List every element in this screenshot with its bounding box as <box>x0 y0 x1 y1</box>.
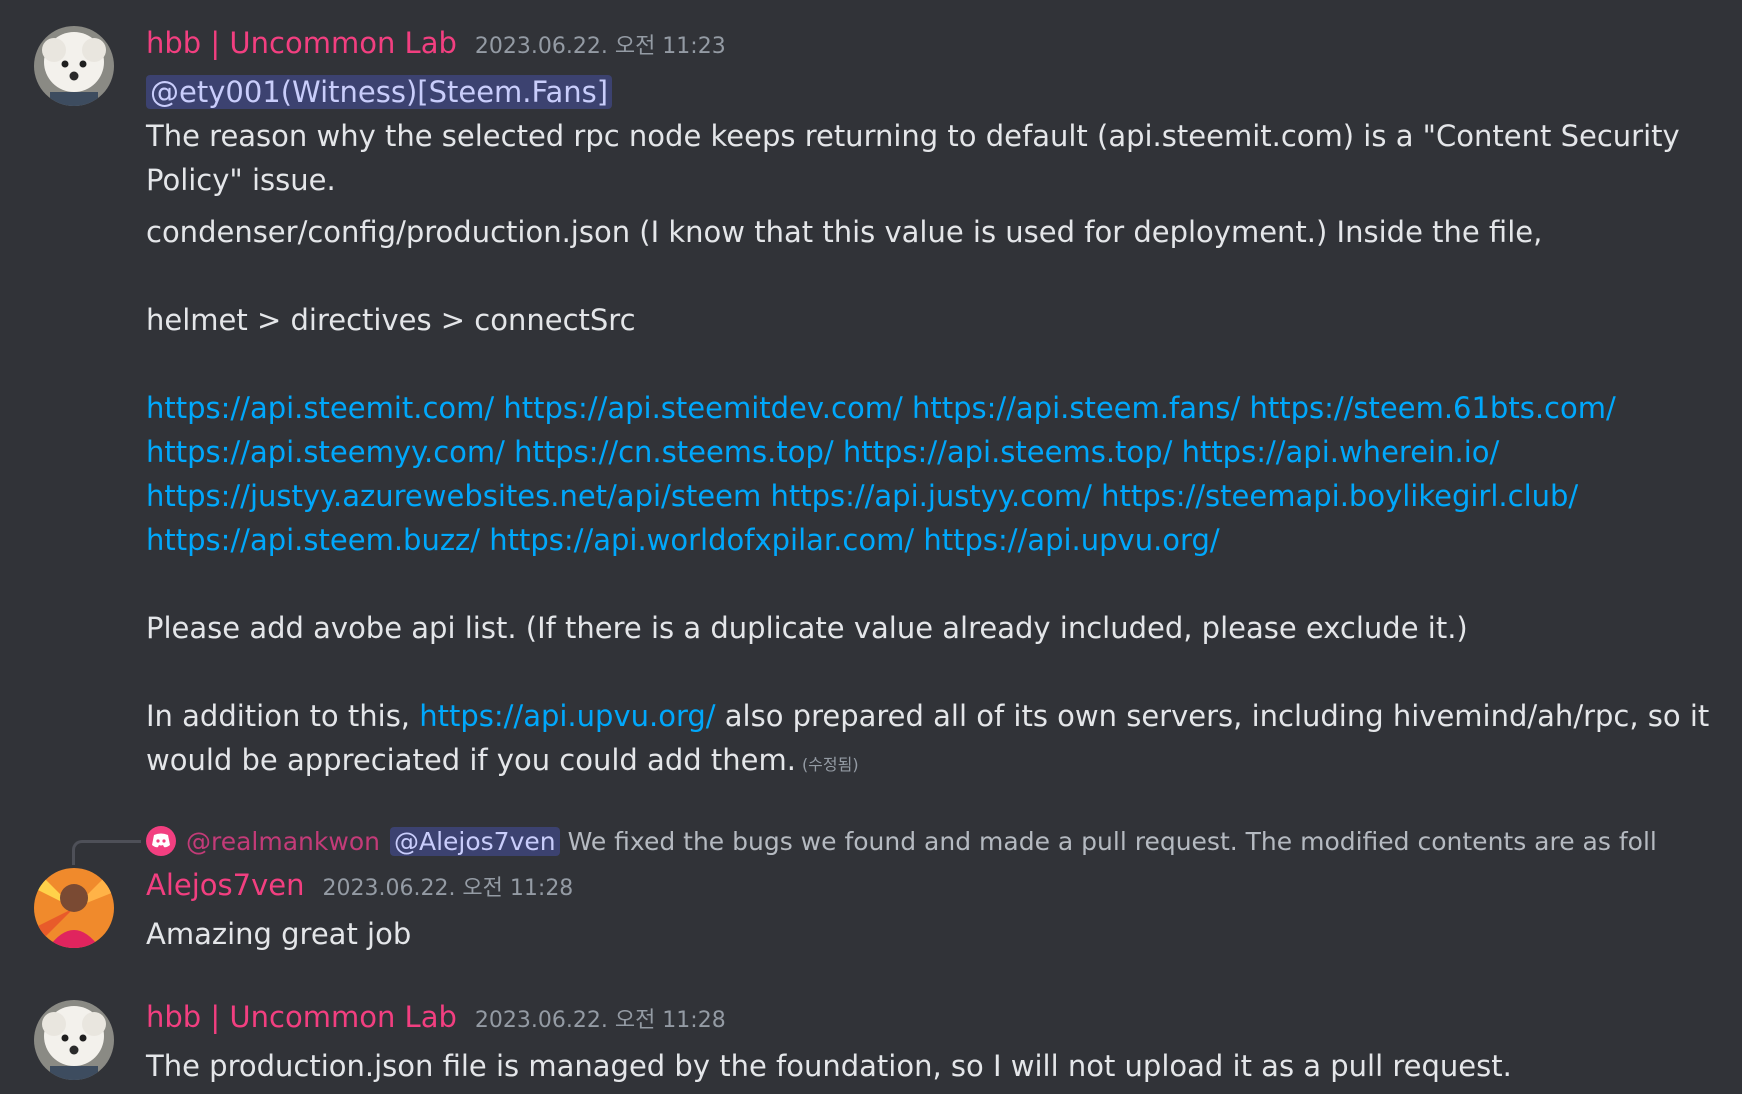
reply-preview-text: We fixed the bugs we found and made a pu… <box>567 826 1656 856</box>
api-link[interactable]: https://api.wherein.io/ <box>1182 435 1500 469</box>
api-link[interactable]: https://steemapi.boylikegirl.club/ <box>1101 479 1578 513</box>
user-mention[interactable]: @ety001(Witness)[Steem.Fans] <box>146 75 613 109</box>
reply-author[interactable]: @realmankwon <box>186 827 380 856</box>
message-text: helmet > directives > connectSrc <box>146 303 636 337</box>
api-link[interactable]: https://justyy.azurewebsites.net/api/ste… <box>146 479 761 513</box>
message-text: also prepared all of its own servers, in… <box>715 699 1710 733</box>
message-text: Policy" issue. <box>146 163 336 197</box>
api-link[interactable]: https://steem.61bts.com/ <box>1249 391 1615 425</box>
discord-icon <box>146 826 176 856</box>
author-name[interactable]: hbb | Uncommon Lab <box>146 1000 457 1034</box>
user-mention[interactable]: @Alejos7ven <box>389 826 560 856</box>
author-name[interactable]: hbb | Uncommon Lab <box>146 26 457 60</box>
reply-spine <box>72 840 141 865</box>
api-link[interactable]: https://api.steem.fans/ <box>912 391 1240 425</box>
white-poodle-avatar[interactable] <box>34 1000 114 1080</box>
message-text: Please add avobe api list. (If there is … <box>146 611 1468 645</box>
api-link[interactable]: https://api.steemyy.com/ <box>146 435 505 469</box>
message-text: The reason why the selected rpc node kee… <box>146 119 1680 153</box>
timestamp: 2023.06.22. 오전 11:28 <box>474 1008 726 1033</box>
message-text: Amazing great job <box>146 917 412 951</box>
message-text: would be appreciated if you could add th… <box>146 743 796 777</box>
api-link[interactable]: https://cn.steems.top/ <box>514 435 834 469</box>
api-link[interactable]: https://api.worldofxpilar.com/ <box>489 523 914 557</box>
api-link[interactable]: https://api.steemitdev.com/ <box>503 391 902 425</box>
message-text: The production.json file is managed by t… <box>146 1049 1512 1083</box>
message-text: In addition to this, <box>146 699 420 733</box>
person-avatar[interactable] <box>34 868 114 948</box>
white-poodle-avatar[interactable] <box>34 26 114 106</box>
author-name[interactable]: Alejos7ven <box>146 868 304 902</box>
edited-label: (수정됨) <box>801 755 859 774</box>
message-text: condenser/config/production.json (I know… <box>146 215 1543 249</box>
api-link[interactable]: https://api.steem.buzz/ <box>146 523 480 557</box>
timestamp: 2023.06.22. 오전 11:28 <box>322 876 574 901</box>
reply-reference[interactable]: @realmankwon @Alejos7ven We fixed the bu… <box>146 822 1656 860</box>
api-link[interactable]: https://api.justyy.com/ <box>770 479 1091 513</box>
api-link[interactable]: https://api.steemit.com/ <box>146 391 494 425</box>
api-link[interactable]: https://api.steems.top/ <box>843 435 1172 469</box>
timestamp: 2023.06.22. 오전 11:23 <box>474 34 726 59</box>
api-link[interactable]: https://api.upvu.org/ <box>419 699 715 733</box>
api-link[interactable]: https://api.upvu.org/ <box>923 523 1219 557</box>
